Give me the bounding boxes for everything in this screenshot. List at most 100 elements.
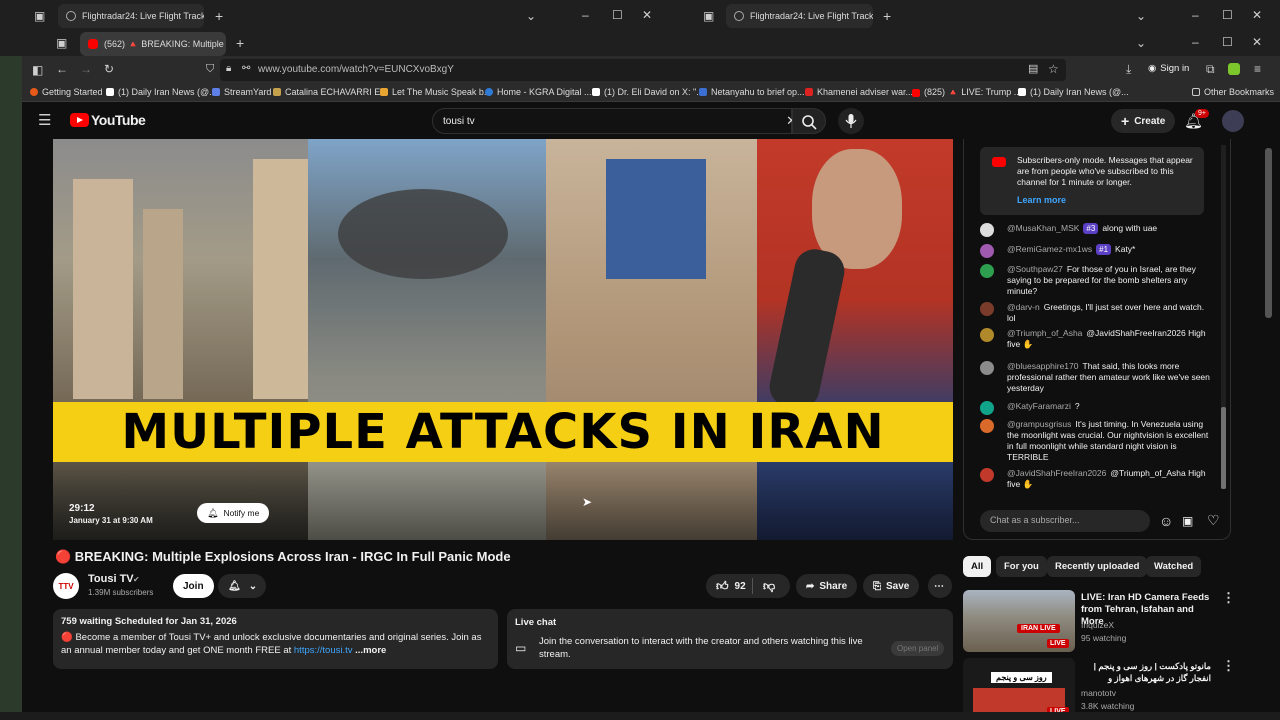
chat-avatar[interactable] [980,223,994,237]
tab-actions-icon-3[interactable]: ▣ [56,37,67,49]
bookmark-item[interactable]: (1) Dr. Eli David on X: "... [592,87,704,97]
bookmark-item[interactable]: (825) 🔺 LIVE: Trump ... [912,87,1021,98]
reload-icon[interactable]: ↻ [104,63,114,75]
chat-author[interactable]: @grampusgrisus [1007,419,1071,429]
address-bar[interactable]: ⛉ 🔒︎ ⚯ www.youtube.com/watch?v=EUNCXvoBx… [206,59,1066,81]
chat-author[interactable]: @RemiGamez-mx1ws [1007,244,1092,254]
description-link[interactable]: https://tousi.tv [294,645,353,656]
chat-author[interactable]: @darv-n [1007,302,1040,312]
chip-watched[interactable]: Watched [1146,556,1202,577]
new-tab-icon-3[interactable]: + [236,36,244,50]
chat-author[interactable]: @Southpaw27 [1007,264,1063,274]
avatar[interactable] [1222,110,1244,132]
open-panel-button[interactable]: Open panel [891,641,945,656]
permissions-icon[interactable]: ⚯ [242,64,250,74]
subscribe-bell-button[interactable]: 🔔︎ ⌄ [218,574,266,598]
other-bookmarks[interactable]: Other Bookmarks [1192,87,1274,97]
chat-avatar[interactable] [980,328,994,342]
tab-flightradar-left[interactable]: Flightradar24: Live Flight Tracke × [58,4,204,28]
maximize-icon[interactable]: ☐ [612,9,623,21]
chip-recently-uploaded[interactable]: Recently uploaded [1047,556,1148,577]
window-close-icon-2[interactable]: ✕ [1252,9,1262,21]
window-close-icon[interactable]: ✕ [642,9,652,21]
heart-icon[interactable]: ♡ [1207,512,1220,529]
back-icon[interactable]: ← [56,63,68,75]
chat-avatar[interactable] [980,401,994,415]
window-close-icon-3[interactable]: ✕ [1252,36,1262,48]
tab-actions-icon-2[interactable]: ▣ [703,10,714,22]
learn-more-link[interactable]: Learn more [1017,195,1066,205]
recommendation-item[interactable]: IRAN LIVE LIVE LIVE: Iran HD Camera Feed… [963,590,1235,652]
chat-avatar[interactable] [980,361,994,375]
search-button[interactable] [792,108,826,134]
chat-avatar[interactable] [980,302,994,316]
lock-icon[interactable]: 🔒︎ [226,64,231,74]
extension-green-icon[interactable] [1228,63,1240,75]
youtube-logo[interactable]: YouTube [70,112,146,128]
bookmark-item[interactable]: Khamenei adviser war... [805,87,913,97]
search-input[interactable]: tousi tv ✕ [432,108,797,134]
bookmark-item[interactable]: Getting Started [30,87,103,97]
more-vert-icon[interactable]: ⋮ [1222,658,1235,674]
recommendation-thumbnail[interactable]: IRAN LIVE LIVE [963,590,1075,652]
chat-avatar[interactable] [980,468,994,482]
new-tab-icon[interactable]: + [215,9,223,23]
chip-all[interactable]: All [963,556,992,577]
save-button[interactable]: ⎘ Save [863,574,920,598]
download-icon[interactable]: ⤓ [1126,63,1131,75]
chevron-down-icon-2[interactable]: ⌄ [1136,10,1146,22]
chat-input[interactable]: Chat as a subscriber... [980,510,1150,532]
chevron-down-icon-3[interactable]: ⌄ [1136,37,1146,49]
maximize-icon-3[interactable]: ☐ [1222,36,1233,48]
page-scrollbar-thumb[interactable] [1265,148,1272,318]
more-actions-button[interactable]: ⋯ [928,574,952,598]
bookmark-star-icon[interactable]: ☆ [1048,63,1059,75]
join-button[interactable]: Join [173,574,214,598]
video-player[interactable]: MULTIPLE ATTACKS IN IRAN 29:12 January 3… [53,139,953,540]
chat-author[interactable]: @Triumph_of_Asha [1007,328,1082,338]
reader-view-icon[interactable]: ▤ [1028,64,1038,75]
maximize-icon-2[interactable]: ☐ [1222,9,1233,21]
tab-youtube-active[interactable]: (562) 🔺 BREAKING: Multiple Ex × [80,32,226,56]
like-button[interactable]: 👍︎ 92 👎︎ [706,574,790,598]
bookmark-item[interactable]: (1) Daily Iran News (@... [1018,87,1129,97]
bookmark-item[interactable]: StreamYard [212,87,271,97]
chat-author[interactable]: @KatyFaramarzi [1007,401,1071,411]
create-button[interactable]: + Create [1111,109,1176,133]
minimize-icon[interactable]: – [582,9,589,21]
chat-author[interactable]: @MusaKhan_MSK [1007,223,1079,233]
minimize-icon-2[interactable]: – [1192,9,1199,21]
minimize-icon-3[interactable]: – [1192,36,1199,48]
recommendation-channel[interactable]: manototv [1081,688,1116,698]
chat-author[interactable]: @bluesapphire170 [1007,361,1079,371]
chat-author[interactable]: @JavidShahFreeIran2026 [1007,468,1106,478]
emoji-icon[interactable]: ☺ [1159,513,1173,529]
show-more-link[interactable]: ...more [355,645,386,656]
chat-avatar[interactable] [980,419,994,433]
extensions-icon[interactable]: ⧉ [1206,63,1215,75]
super-chat-icon[interactable]: ▣ [1182,514,1193,528]
thumbs-down-icon[interactable]: 👎︎ [763,579,775,594]
shield-icon[interactable]: ⛉ [206,64,214,75]
chat-avatar[interactable] [980,264,994,278]
sidebar-toggle-icon[interactable]: ◧ [32,64,43,76]
description-box[interactable]: 759 waiting Scheduled for Jan 31, 2026 🔴… [53,609,498,669]
sign-in-button[interactable]: ◉ Sign in [1148,63,1189,74]
recommendation-item[interactable]: روز سی و پنجم LIVE مانوتو پادکست | روز س… [963,658,1235,720]
bookmark-item[interactable]: Home - KGRA Digital ... [485,87,592,97]
tab-actions-icon[interactable]: ▣ [34,10,45,22]
channel-avatar[interactable]: TTV [53,573,79,599]
chip-for-you[interactable]: For you [996,556,1047,577]
more-vert-icon[interactable]: ⋮ [1222,590,1235,606]
tab-flightradar-right[interactable]: Flightradar24: Live Flight Tracke × [726,4,873,28]
bookmark-item[interactable]: (1) Daily Iran News (@... [106,87,217,97]
page-scrollbar[interactable] [1263,140,1273,720]
recommendation-thumbnail[interactable]: روز سی و پنجم LIVE [963,658,1075,720]
bookmark-item[interactable]: Let The Music Speak b... [380,87,491,97]
notify-me-button[interactable]: 🔔︎ Notify me [197,503,270,523]
recommendation-channel[interactable]: InquizeX [1081,620,1114,630]
bookmark-item[interactable]: Netanyahu to brief op... [699,87,805,97]
hamburger-menu-icon[interactable]: ☰ [38,113,51,128]
chat-scrollbar-thumb[interactable] [1221,407,1226,489]
menu-icon[interactable]: ≡ [1254,63,1261,75]
